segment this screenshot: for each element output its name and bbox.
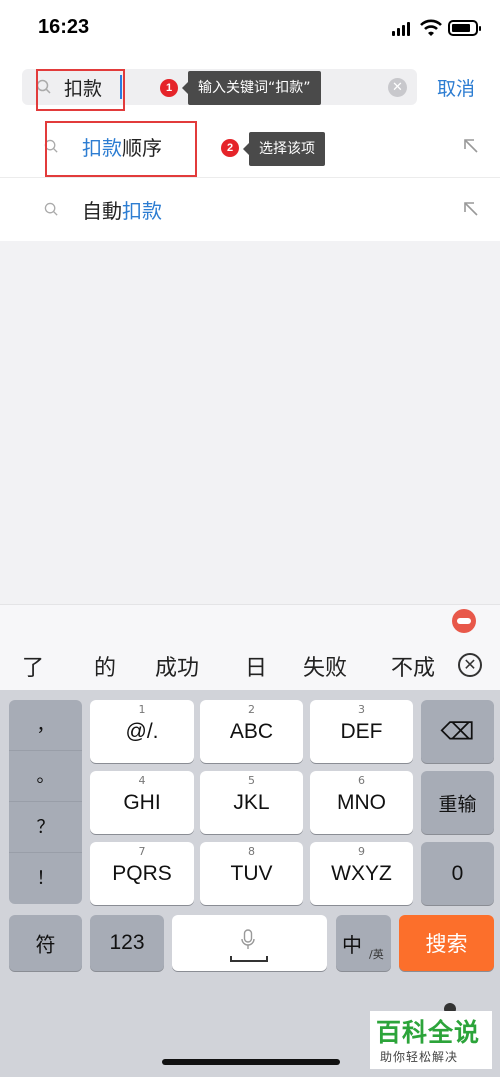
candidate-word[interactable]: 日 [245,650,267,682]
symbols-key[interactable]: 符 [9,915,82,971]
status-time: 16:23 [38,16,90,38]
fill-query-arrow-icon[interactable] [462,200,480,218]
key-9[interactable]: 9 WXYZ [310,842,413,905]
candidate-close-icon[interactable]: ✕ [458,653,482,677]
delete-icon: ⌫ [440,718,475,745]
tip-label-1: 输入关键词“扣款” [182,71,321,105]
key-2[interactable]: 2 ABC [200,700,303,763]
key-7[interactable]: 7 PQRS [90,842,194,905]
space-key[interactable] [172,915,327,971]
battery-icon [448,20,481,36]
search-key[interactable]: 搜索 [399,915,494,971]
highlight-box-suggestion [45,121,197,177]
key-0[interactable]: 0 [421,842,494,905]
key-8[interactable]: 8 TUV [200,842,303,905]
key-6[interactable]: 6 MNO [310,771,413,834]
space-icon [230,956,268,962]
keyboard-toolbar [0,604,500,638]
candidate-word[interactable]: 了 [22,650,44,682]
punctuation-key[interactable]: ， [9,700,82,751]
watermark-subtitle: 助你轻松解决 [380,1050,459,1064]
watermark-title: 百科全说 [376,1018,481,1047]
step-badge-2: 2 [221,139,239,157]
key-1[interactable]: 1 @/. [90,700,194,763]
punctuation-column: ， 。 ？ ！ [9,700,82,904]
key-3[interactable]: 3 DEF [310,700,413,763]
suggestion-label: 自動扣款 [82,199,162,223]
watermark: 百科全说 助你轻松解决 [370,1011,492,1069]
highlight-box-search [36,69,125,111]
reenter-key[interactable]: 重输 [421,771,494,834]
cellular-signal-icon [392,22,412,36]
key-4[interactable]: 4 GHI [90,771,194,834]
status-bar: 16:23 [0,0,500,60]
cancel-button[interactable]: 取消 [437,74,475,101]
clear-icon[interactable]: ✕ [388,78,407,97]
home-indicator[interactable] [162,1059,340,1065]
fill-query-arrow-icon[interactable] [462,137,480,155]
candidate-word[interactable]: 的 [94,650,116,682]
step-badge-1: 1 [160,79,178,97]
microphone-icon [241,929,255,949]
keyboard-mascot-icon[interactable] [452,609,476,633]
suggestion-item[interactable]: 自動扣款 [0,178,500,241]
language-switch-key[interactable]: 中 /英 [336,915,391,971]
delete-key[interactable]: ⌫ [421,700,494,763]
key-5[interactable]: 5 JKL [200,771,303,834]
punctuation-key[interactable]: 。 [9,751,82,802]
wifi-icon [420,19,442,36]
candidate-word[interactable]: 不成 [391,650,435,682]
candidate-word[interactable]: 失败 [303,650,347,682]
candidate-word[interactable]: 成功 [155,650,199,682]
numbers-key[interactable]: 123 [90,915,164,971]
candidate-bar: 了 的 成功 日 失败 不成 [0,638,500,690]
punctuation-key[interactable]: ！ [9,853,82,904]
punctuation-key[interactable]: ？ [9,802,82,853]
tip-label-2: 选择该项 [243,132,325,166]
search-icon [44,202,58,216]
